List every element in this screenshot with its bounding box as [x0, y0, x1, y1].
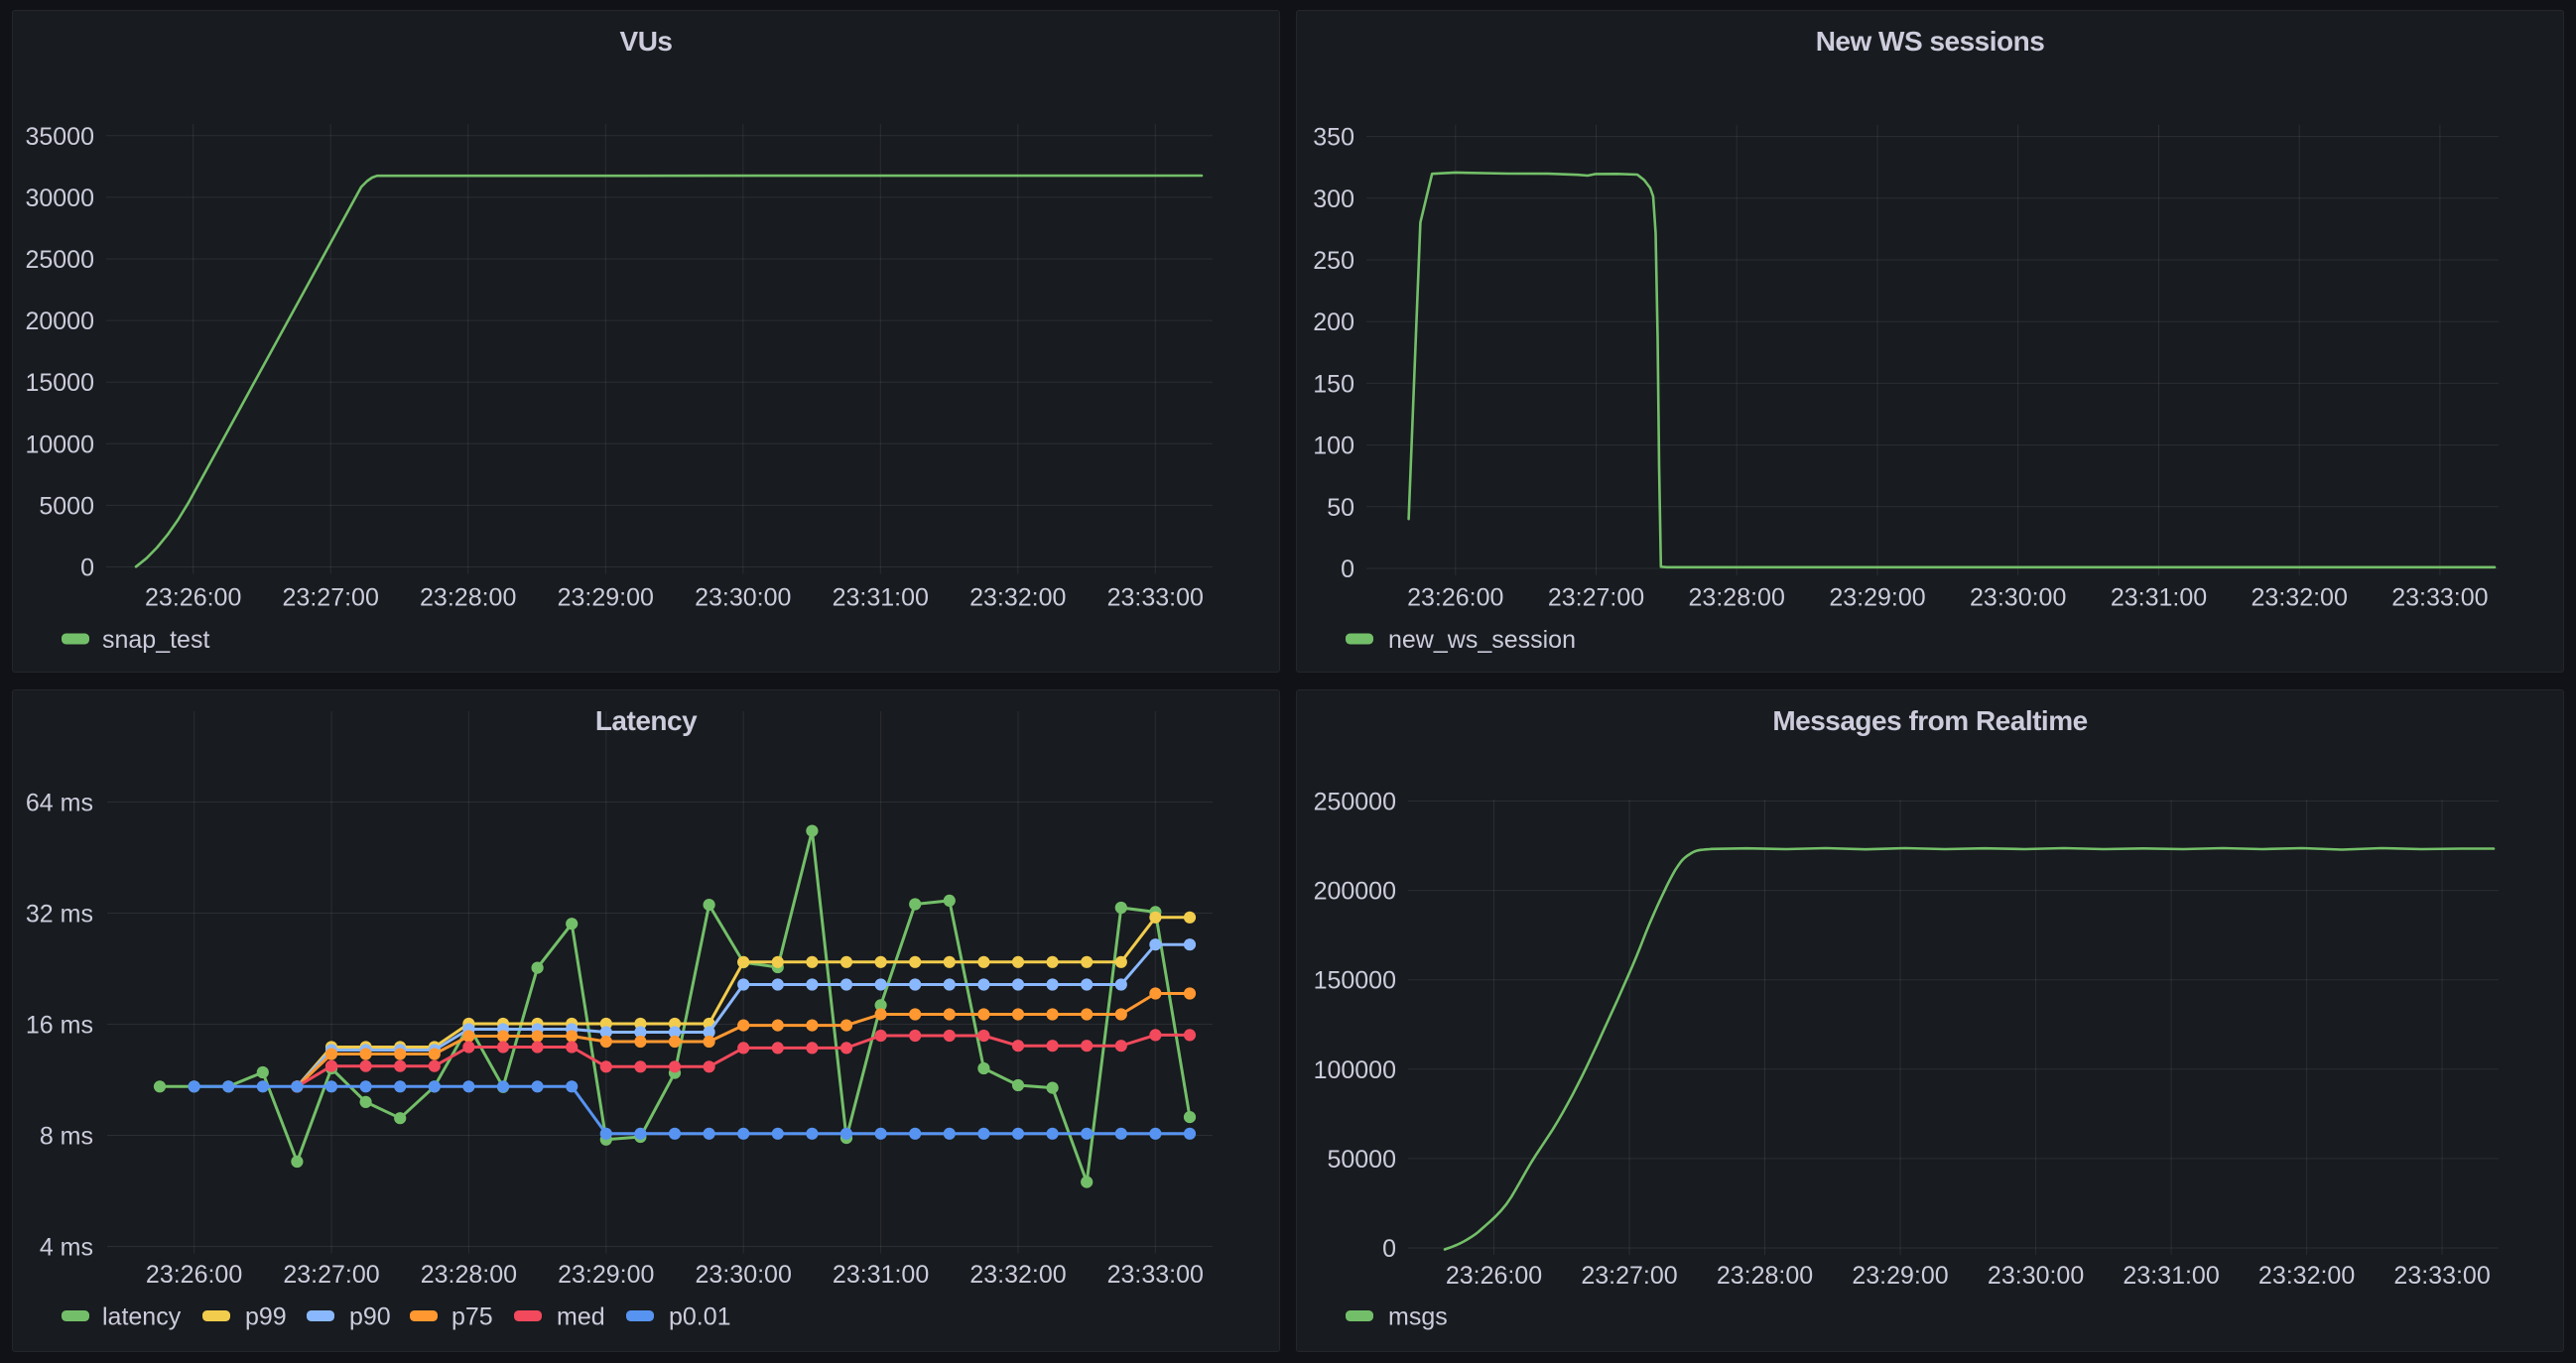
svg-text:0: 0	[80, 555, 94, 582]
svg-text:23:30:00: 23:30:00	[1970, 584, 2066, 612]
svg-text:23:29:00: 23:29:00	[558, 584, 654, 612]
svg-text:23:31:00: 23:31:00	[2111, 584, 2207, 612]
svg-text:8 ms: 8 ms	[40, 1123, 93, 1151]
svg-text:23:33:00: 23:33:00	[2391, 584, 2488, 612]
svg-text:100: 100	[1313, 433, 1354, 460]
svg-text:23:32:00: 23:32:00	[969, 584, 1066, 612]
svg-text:35000: 35000	[25, 123, 94, 151]
svg-text:p75: p75	[451, 1303, 493, 1331]
svg-text:p90: p90	[349, 1303, 391, 1331]
svg-text:23:32:00: 23:32:00	[969, 1261, 1066, 1289]
svg-text:23:26:00: 23:26:00	[145, 584, 241, 612]
svg-text:23:26:00: 23:26:00	[1446, 1262, 1542, 1290]
svg-text:23:30:00: 23:30:00	[1988, 1262, 2084, 1290]
svg-text:25000: 25000	[25, 246, 94, 274]
svg-text:23:32:00: 23:32:00	[2252, 584, 2348, 612]
svg-text:23:28:00: 23:28:00	[420, 584, 516, 612]
svg-text:23:31:00: 23:31:00	[833, 1261, 929, 1289]
svg-text:10000: 10000	[25, 431, 94, 458]
svg-text:0: 0	[1341, 556, 1354, 583]
svg-text:23:27:00: 23:27:00	[283, 584, 379, 612]
svg-text:23:26:00: 23:26:00	[146, 1261, 242, 1289]
svg-text:23:28:00: 23:28:00	[1717, 1262, 1813, 1290]
svg-text:30000: 30000	[25, 185, 94, 212]
svg-text:23:33:00: 23:33:00	[1107, 584, 1204, 612]
svg-text:23:29:00: 23:29:00	[1829, 584, 1925, 612]
svg-text:23:33:00: 23:33:00	[2393, 1262, 2490, 1290]
svg-text:200: 200	[1313, 309, 1354, 336]
svg-text:new_ws_session: new_ws_session	[1388, 626, 1576, 654]
svg-text:23:28:00: 23:28:00	[421, 1261, 517, 1289]
svg-text:msgs: msgs	[1388, 1303, 1448, 1331]
svg-text:100000: 100000	[1314, 1056, 1396, 1084]
svg-text:23:28:00: 23:28:00	[1689, 584, 1785, 612]
svg-text:16 ms: 16 ms	[26, 1012, 93, 1040]
svg-text:23:27:00: 23:27:00	[283, 1261, 379, 1289]
svg-text:p0.01: p0.01	[669, 1303, 731, 1331]
svg-text:23:29:00: 23:29:00	[558, 1261, 654, 1289]
svg-text:350: 350	[1313, 124, 1354, 152]
svg-text:23:27:00: 23:27:00	[1581, 1262, 1677, 1290]
svg-text:p99: p99	[245, 1303, 287, 1331]
svg-text:4 ms: 4 ms	[40, 1234, 93, 1262]
svg-text:15000: 15000	[25, 369, 94, 397]
svg-text:250000: 250000	[1314, 789, 1396, 816]
svg-text:23:29:00: 23:29:00	[1852, 1262, 1948, 1290]
svg-text:23:31:00: 23:31:00	[833, 584, 929, 612]
svg-text:200000: 200000	[1314, 878, 1396, 906]
svg-text:250: 250	[1313, 247, 1354, 275]
svg-text:150000: 150000	[1314, 967, 1396, 995]
svg-text:64 ms: 64 ms	[26, 790, 93, 817]
svg-text:0: 0	[1382, 1235, 1396, 1263]
svg-text:23:30:00: 23:30:00	[695, 584, 791, 612]
svg-text:snap_test: snap_test	[102, 626, 209, 654]
svg-text:300: 300	[1313, 186, 1354, 213]
svg-text:23:31:00: 23:31:00	[2123, 1262, 2219, 1290]
svg-text:50: 50	[1327, 494, 1354, 522]
svg-text:latency: latency	[102, 1303, 182, 1331]
svg-text:32 ms: 32 ms	[26, 901, 93, 929]
svg-text:23:32:00: 23:32:00	[2258, 1262, 2355, 1290]
svg-text:med: med	[557, 1303, 605, 1331]
svg-text:50000: 50000	[1327, 1146, 1396, 1174]
svg-text:5000: 5000	[39, 492, 94, 520]
svg-text:23:30:00: 23:30:00	[696, 1261, 792, 1289]
svg-text:23:27:00: 23:27:00	[1548, 584, 1644, 612]
svg-text:23:33:00: 23:33:00	[1107, 1261, 1204, 1289]
svg-text:150: 150	[1313, 370, 1354, 398]
svg-text:20000: 20000	[25, 308, 94, 335]
svg-text:23:26:00: 23:26:00	[1407, 584, 1503, 612]
